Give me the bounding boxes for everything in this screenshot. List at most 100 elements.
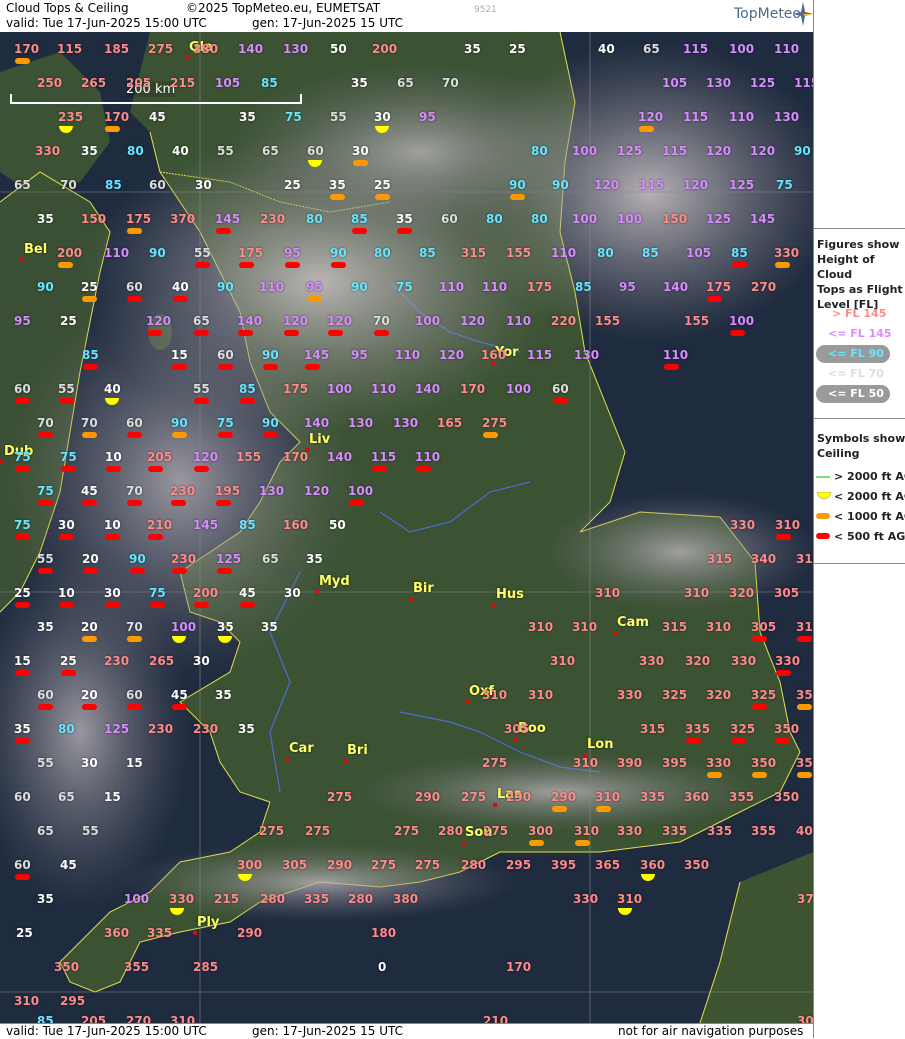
cloud-top-label: 275 — [461, 790, 487, 804]
cloud-top-label: 40 — [172, 144, 189, 158]
cloud-top-label: 65 — [262, 144, 279, 158]
cloud-top-label: 335 — [685, 722, 711, 736]
cloud-top-label: 80 — [486, 212, 503, 226]
cloud-top-label: 325 — [662, 688, 688, 702]
cloud-top-label: 170 — [460, 382, 486, 396]
city-label[interactable]: Cam — [617, 615, 649, 630]
cloud-top-label: 45 — [81, 484, 98, 498]
ceiling-orange-bar-icon — [330, 194, 345, 200]
ceiling-red-bar-icon — [349, 500, 364, 506]
city-label[interactable]: Bir — [413, 581, 434, 596]
cloud-top-label: 130 — [348, 416, 374, 430]
cloud-top-label: 95 — [284, 246, 301, 260]
cloud-top-label: 330 — [639, 654, 665, 668]
cloud-top-label: 35 — [37, 620, 54, 634]
cloud-top-label: 395 — [662, 756, 688, 770]
city-label[interactable]: Bri — [347, 743, 368, 758]
cloud-top-label: 120 — [439, 348, 465, 362]
cloud-top-label: 315 — [640, 722, 666, 736]
city-label[interactable]: Myd — [319, 574, 350, 589]
cloud-top-label: 350 — [796, 688, 813, 702]
ceiling-orange-bar-icon — [375, 194, 390, 200]
city-label[interactable]: Lon — [587, 737, 613, 752]
cloud-top-label: 290 — [506, 790, 532, 804]
city-label[interactable]: Ply — [197, 915, 219, 930]
ceiling-orange-bar-icon — [15, 58, 30, 64]
city-label[interactable]: Bel — [24, 242, 47, 257]
ceiling-red-bar-icon — [239, 262, 254, 268]
cloud-top-label: 30 — [374, 110, 391, 124]
cloud-top-label: 355 — [751, 824, 777, 838]
cloud-top-label: 100 — [729, 42, 755, 56]
cloud-top-label: 120 — [706, 144, 732, 158]
ceiling-red-bar-icon — [38, 432, 53, 438]
ceiling-orange-bar-icon — [552, 806, 567, 812]
cloud-top-label: 90 — [330, 246, 347, 260]
satellite-map[interactable]: 200 km Gla Bel Yor Liv Dub Myd Bir Hus Cam Oxf Boo… — [0, 32, 813, 1023]
cloud-top-label: 155 — [506, 246, 532, 260]
cloud-top-label: 30 — [58, 518, 75, 532]
red-bar-icon — [816, 533, 830, 539]
cloud-top-label: 10 — [58, 586, 75, 600]
logo-text: TopMeteo — [734, 6, 801, 22]
ceiling-red-bar-icon — [305, 364, 320, 370]
cloud-top-label: 60 — [307, 144, 324, 158]
cloud-top-label: 80 — [306, 212, 323, 226]
cloud-top-label: 160 — [481, 348, 507, 362]
ceiling-orange-bar-icon — [127, 636, 142, 642]
cloud-top-label: 265 — [81, 76, 107, 90]
cloud-top-label: 130 — [259, 484, 285, 498]
city-label[interactable]: Car — [289, 741, 314, 756]
cloud-top-label: 30 — [352, 144, 369, 158]
ceiling-red-bar-icon — [331, 262, 346, 268]
cloud-top-label: 350 — [684, 858, 710, 872]
ceiling-orange-bar-icon — [575, 840, 590, 846]
symbols-legend-title: Symbols show Ceiling — [817, 431, 905, 461]
cloud-top-label: 60 — [149, 178, 166, 192]
ceiling-red-bar-icon — [15, 466, 30, 472]
cloud-top-label: 330 — [169, 892, 195, 906]
cloud-top-label: 390 — [617, 756, 643, 770]
cloud-top-label: 140 — [415, 382, 441, 396]
cloud-top-label: 105 — [215, 76, 241, 90]
cloud-top-label: 145 — [750, 212, 776, 226]
cloud-top-label: 90 — [351, 280, 368, 294]
cloud-top-label: 65 — [58, 790, 75, 804]
ceiling-red-bar-icon — [83, 364, 98, 370]
cloud-top-label: 70 — [373, 314, 390, 328]
cloud-top-label: 310 — [574, 824, 600, 838]
ceiling-red-bar-icon — [83, 568, 98, 574]
legend-panel: Figures show Height of Cloud Tops as Fli… — [813, 0, 905, 1038]
cloud-top-label: 170 — [104, 110, 130, 124]
city-marker — [465, 700, 469, 704]
cloud-top-label: 175 — [706, 280, 732, 294]
cloud-top-label: 75 — [149, 586, 166, 600]
city-label[interactable]: Liv — [309, 432, 330, 447]
cloud-top-label: 230 — [171, 552, 197, 566]
cloud-top-label: 335 — [662, 824, 688, 838]
ceiling-red-bar-icon — [61, 670, 76, 676]
cloud-top-label: 330 — [617, 824, 643, 838]
map-title: Cloud Tops & Ceiling — [6, 1, 129, 15]
cloud-top-label: 60 — [126, 280, 143, 294]
cloud-top-label: 110 — [551, 246, 577, 260]
cloud-top-label: 100 — [415, 314, 441, 328]
cloud-top-label: 60 — [14, 382, 31, 396]
ceiling-red-bar-icon — [240, 602, 255, 608]
cloud-top-label: 205 — [147, 450, 173, 464]
cloud-top-label: 70 — [37, 416, 54, 430]
cloud-top-label: 80 — [531, 144, 548, 158]
cloud-top-label: 145 — [193, 518, 219, 532]
city-label[interactable]: Hus — [496, 587, 524, 602]
cloud-top-label: 65 — [14, 178, 31, 192]
cloud-top-label: 55 — [37, 756, 54, 770]
cloud-top-label: 400 — [796, 824, 813, 838]
ceiling-red-bar-icon — [15, 670, 30, 676]
footer-bar: valid: Tue 17-Jun-2025 15:00 UTC gen: 17… — [0, 1023, 813, 1039]
cloud-top-label: 360 — [104, 926, 130, 940]
topmeteo-logo[interactable]: TopMeteo — [734, 6, 801, 22]
cloud-top-label: 70 — [60, 178, 77, 192]
cloud-top-label: 290 — [415, 790, 441, 804]
cloud-top-label: 170 — [14, 42, 40, 56]
cloud-top-label: 15 — [126, 756, 143, 770]
